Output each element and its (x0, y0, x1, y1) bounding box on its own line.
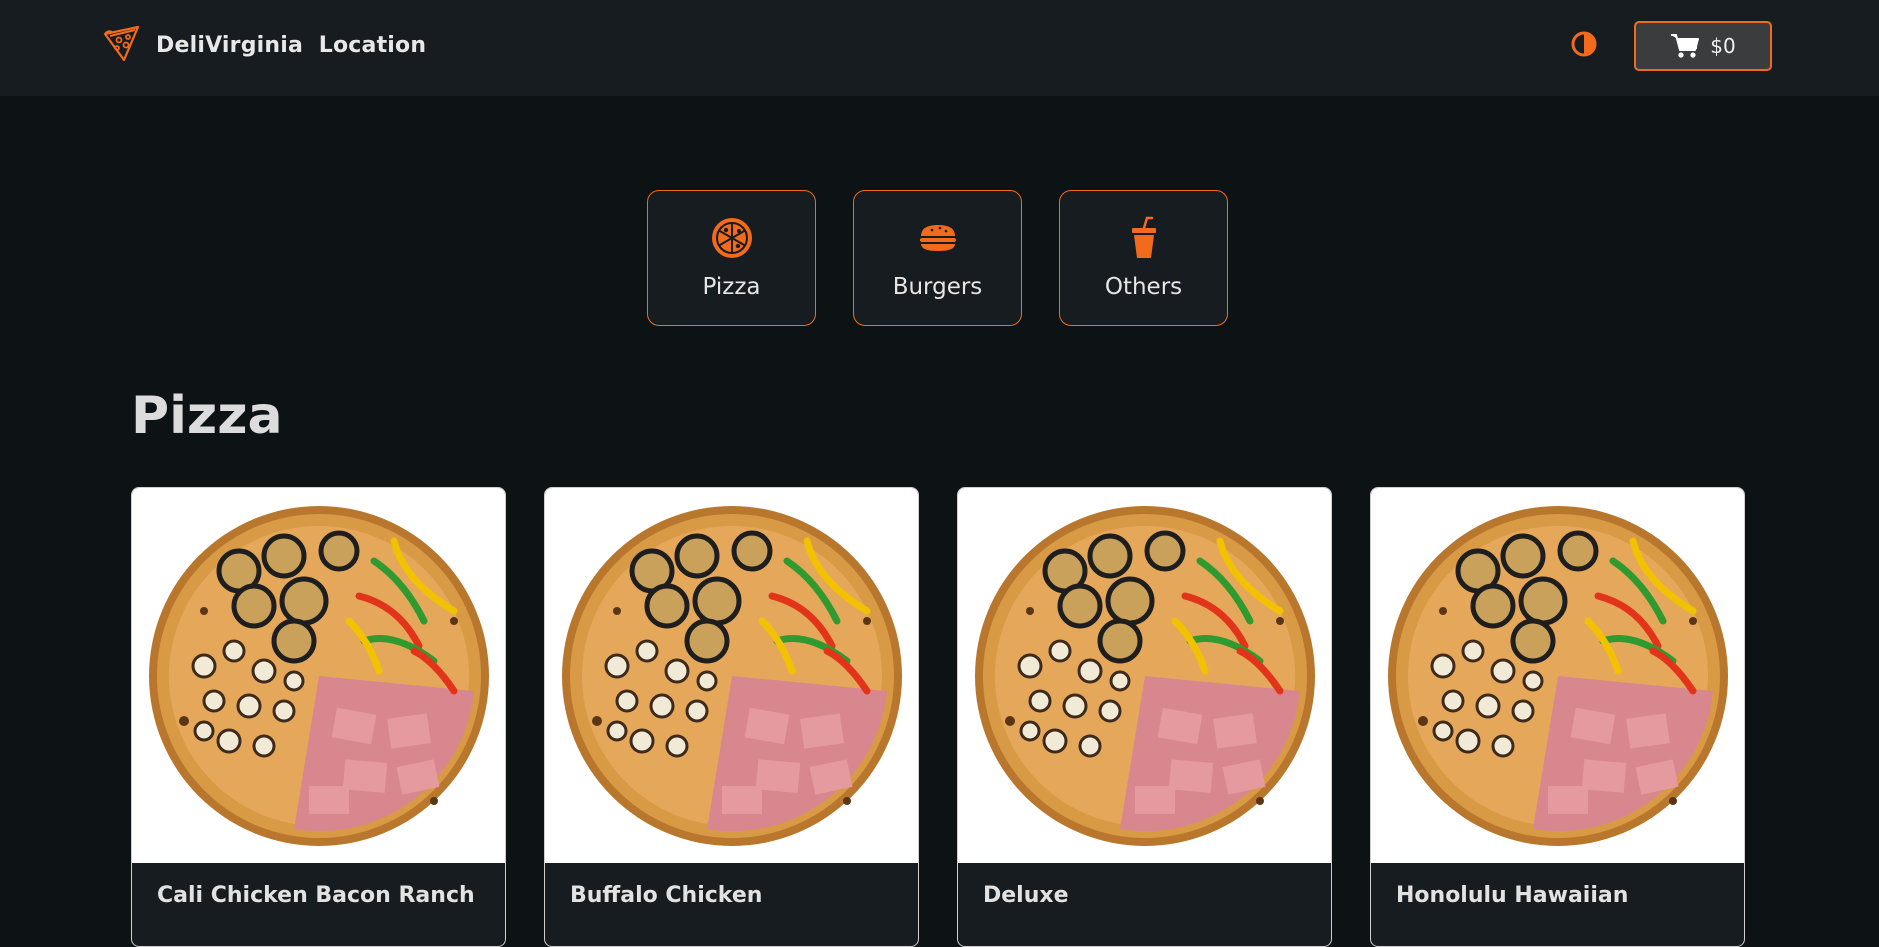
product-card-body: Buffalo Chicken (545, 863, 918, 928)
product-image (132, 488, 505, 863)
category-pizza-button[interactable]: Pizza (647, 190, 816, 326)
product-name: Buffalo Chicken (570, 883, 763, 908)
section-title: Pizza (131, 386, 283, 446)
brand-link[interactable]: DeliVirginia Location (102, 22, 426, 68)
category-burgers-button[interactable]: Burgers (853, 190, 1022, 326)
category-label: Pizza (702, 274, 761, 300)
pizza-image (144, 501, 494, 851)
product-card[interactable]: Cali Chicken Bacon Ranch (131, 487, 506, 947)
cart-button[interactable]: $0 (1634, 21, 1772, 71)
brand-name: DeliVirginia Location (156, 32, 427, 58)
category-others-button[interactable]: Others (1059, 190, 1228, 326)
contrast-half-circle-icon (1571, 31, 1597, 57)
cart-total: $0 (1710, 34, 1736, 58)
category-label: Burgers (892, 274, 983, 300)
pizza-icon (711, 218, 752, 258)
product-card[interactable]: Deluxe (957, 487, 1332, 947)
product-name: Honolulu Hawaiian (1396, 883, 1629, 908)
product-card-body: Deluxe (958, 863, 1331, 928)
pizza-image (1383, 501, 1733, 851)
category-nav: Pizza Burgers Others (647, 190, 1228, 326)
product-card[interactable]: Buffalo Chicken (544, 487, 919, 947)
product-card-body: Honolulu Hawaiian (1371, 863, 1744, 928)
pizza-slice-logo-icon (103, 25, 140, 62)
product-image (545, 488, 918, 863)
pizza-image (557, 501, 907, 851)
burger-icon (919, 225, 956, 251)
navbar: DeliVirginia Location $0 (0, 0, 1879, 96)
product-name: Cali Chicken Bacon Ranch (157, 883, 475, 908)
category-label: Others (1104, 274, 1183, 300)
product-card-body: Cali Chicken Bacon Ranch (132, 863, 505, 928)
theme-toggle-button[interactable] (1570, 30, 1598, 58)
product-card[interactable]: Honolulu Hawaiian (1370, 487, 1745, 947)
product-image (958, 488, 1331, 863)
shopping-cart-icon (1671, 34, 1700, 58)
product-name: Deluxe (983, 883, 1069, 908)
product-grid: Cali Chicken Bacon Ranch Buffalo Chicken… (131, 487, 1745, 947)
product-image (1371, 488, 1744, 863)
drink-cup-icon (1131, 216, 1156, 258)
pizza-image (970, 501, 1320, 851)
